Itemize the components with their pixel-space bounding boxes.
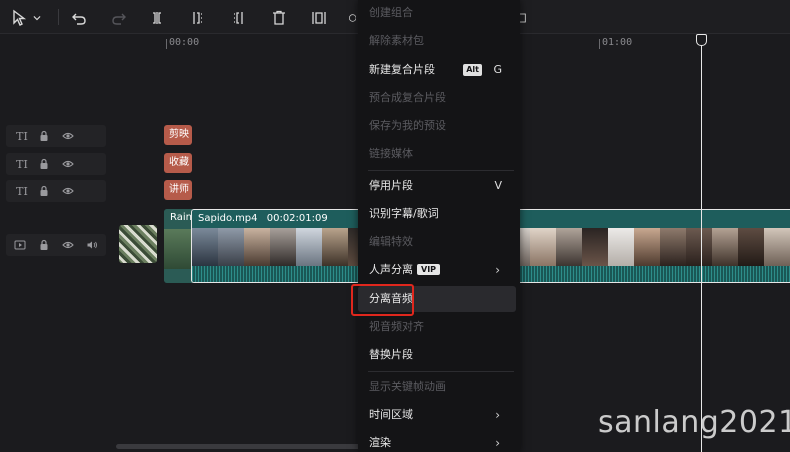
redo-icon[interactable] [108, 7, 130, 29]
ruler-label-1min: 01:00 [602, 37, 633, 48]
split-icon[interactable] [146, 7, 168, 29]
menu-item-replace-clip[interactable]: 替换片段 [358, 342, 520, 368]
text-track-icon: TI [16, 129, 28, 143]
menu-item-disable-clip[interactable]: 停用片段 V [358, 173, 520, 199]
shortcut-key: V [494, 179, 502, 192]
eye-icon[interactable] [60, 237, 76, 253]
menu-item-render[interactable]: 渲染 › [358, 430, 520, 452]
rain-clip-label: Rain [170, 212, 192, 223]
rain-clip[interactable]: Rain [164, 209, 192, 283]
split-right-icon[interactable] [227, 7, 249, 29]
menu-item-link-media: 链接媒体 [369, 147, 413, 160]
undo-icon[interactable] [68, 7, 90, 29]
menu-item-av-align: 视音频对齐 [369, 320, 424, 333]
text-track-header-3: TI [6, 180, 106, 202]
lock-icon[interactable] [36, 128, 52, 144]
text-clip-3[interactable]: 讲师 [164, 180, 192, 200]
text-track-header-1: TI [6, 125, 106, 147]
cover-thumbnail[interactable] [119, 225, 157, 263]
lock-icon[interactable] [36, 237, 52, 253]
playhead-handle[interactable] [696, 34, 707, 46]
delete-icon[interactable] [268, 7, 290, 29]
highlight-annotation-box [351, 284, 414, 316]
text-track-icon: TI [16, 157, 28, 171]
eye-icon[interactable] [60, 128, 76, 144]
shortcut-key: G [493, 63, 502, 76]
context-menu: 创建组合 解除素材包 新建复合片段 Alt G 预合成复合片段 保存为我的预设 … [358, 0, 520, 452]
watermark: sanlang2021 [598, 405, 790, 440]
eye-icon[interactable] [60, 156, 76, 172]
text-clip-2[interactable]: 收藏 [164, 153, 192, 173]
vip-badge: VIP [417, 264, 441, 275]
text-track-icon: TI [16, 184, 28, 198]
timeline-scrollbar[interactable] [116, 444, 396, 449]
crop-icon[interactable] [346, 7, 356, 29]
shortcut-alt-badge: Alt [463, 64, 482, 76]
clip-name: Sapido.mp4 [198, 213, 258, 224]
main-track-header [6, 234, 106, 256]
menu-item-show-keyframes: 显示关键帧动画 [369, 380, 446, 393]
freeze-frame-icon[interactable] [308, 7, 330, 29]
menu-item-precompose: 预合成复合片段 [369, 91, 446, 104]
text-clip-1[interactable]: 剪映 [164, 125, 192, 145]
eye-icon[interactable] [60, 183, 76, 199]
chevron-right-icon: › [495, 263, 500, 277]
menu-separator [368, 371, 514, 372]
menu-item-vocal-separation[interactable]: 人声分离 VIP › [358, 257, 520, 283]
chevron-right-icon: › [495, 408, 500, 422]
menu-item-new-compound-clip[interactable]: 新建复合片段 Alt G [358, 57, 520, 83]
ruler-label-start: 00:00 [169, 37, 200, 48]
clip-header: Sapido.mp4 00:02:01:09 [198, 213, 328, 224]
clip-duration: 00:02:01:09 [266, 213, 328, 224]
chevron-right-icon: › [495, 436, 500, 450]
split-left-icon[interactable] [187, 7, 209, 29]
menu-item-recognize-subtitles[interactable]: 识别字幕/歌词 [358, 201, 520, 227]
speaker-icon[interactable] [84, 237, 100, 253]
menu-item-ungroup-package: 解除素材包 [369, 34, 424, 47]
video-track-icon [12, 237, 28, 253]
menu-separator [368, 170, 514, 171]
text-track-header-2: TI [6, 153, 106, 175]
chevron-down-icon[interactable] [30, 7, 44, 29]
menu-item-save-preset: 保存为我的预设 [369, 119, 446, 132]
menu-item-edit-effects: 编辑特效 [369, 235, 413, 248]
menu-item-time-region[interactable]: 时间区域 › [358, 402, 520, 428]
menu-item-create-group: 创建组合 [369, 6, 413, 19]
lock-icon[interactable] [36, 156, 52, 172]
select-arrow-icon[interactable] [8, 7, 30, 29]
playhead-line[interactable] [701, 44, 702, 452]
lock-icon[interactable] [36, 183, 52, 199]
